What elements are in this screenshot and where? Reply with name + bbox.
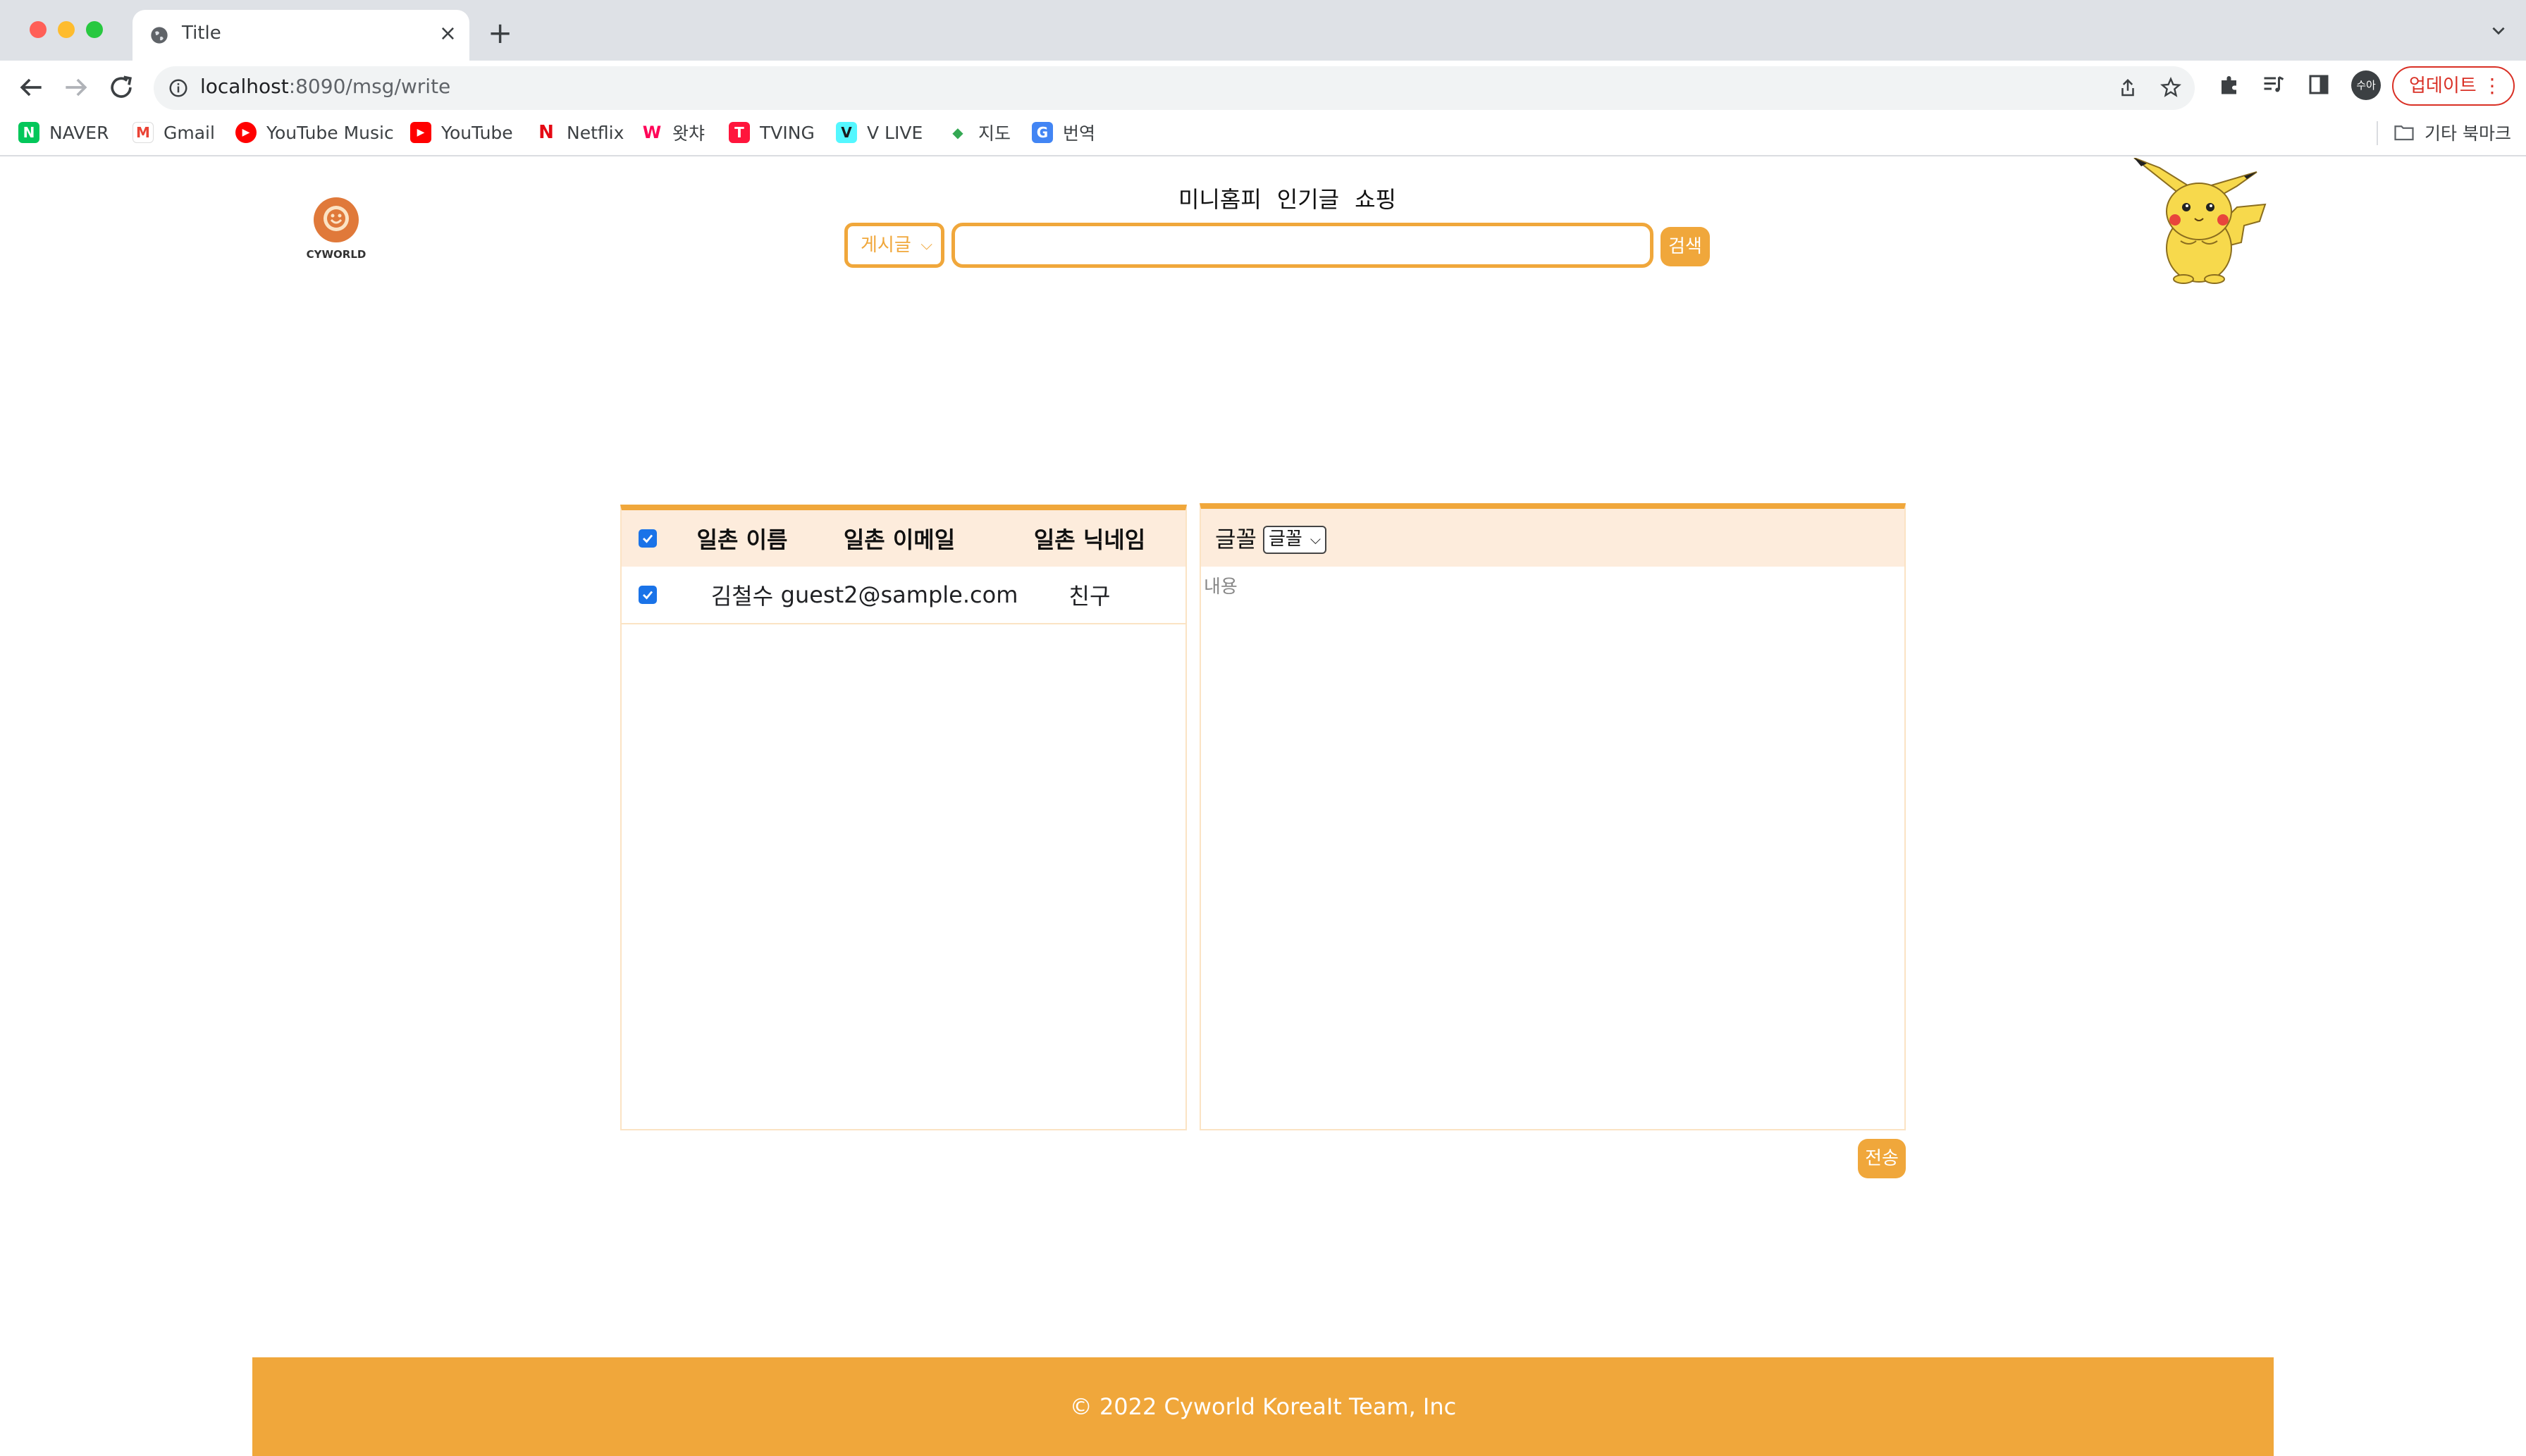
globe-icon xyxy=(151,27,168,44)
search-input[interactable] xyxy=(951,223,1653,268)
netflix-icon: N xyxy=(536,122,557,143)
nav-minihompy[interactable]: 미니홈피 xyxy=(1178,182,1262,214)
chevron-down-icon: ⌵ xyxy=(920,236,932,254)
top-nav: 미니홈피 인기글 쇼핑 xyxy=(1178,182,1396,214)
maps-icon: ◆ xyxy=(947,122,968,143)
bookmark-translate[interactable]: G 번역 xyxy=(1032,118,1095,147)
header-friend-nickname: 일촌 닉네임 xyxy=(1033,526,1146,553)
gmail-icon: M xyxy=(133,122,154,143)
window-minimize-button[interactable] xyxy=(58,21,75,38)
header-friend-email: 일촌 이메일 xyxy=(843,526,956,553)
bookmark-netflix[interactable]: N Netflix xyxy=(536,118,624,147)
search-button[interactable]: 검색 xyxy=(1661,227,1710,266)
youtube-icon: ▶ xyxy=(410,122,431,143)
bookmark-gmail[interactable]: M Gmail xyxy=(133,118,215,147)
back-arrow-icon[interactable] xyxy=(16,72,47,103)
bookmark-label: NAVER xyxy=(49,122,109,143)
update-button-label: 업데이트 xyxy=(2409,75,2477,97)
bookmark-label: Netflix xyxy=(567,122,624,143)
svg-text:CYWORLD: CYWORLD xyxy=(307,248,366,261)
message-editor: 글꼴 글꼴 ⌵ 내용 xyxy=(1200,503,1906,1130)
tab-close-icon[interactable]: × xyxy=(439,20,457,48)
side-panel-icon[interactable] xyxy=(2306,72,2331,97)
bookmark-label: 번역 xyxy=(1063,123,1096,144)
media-queue-icon[interactable] xyxy=(2261,72,2286,97)
nav-popular[interactable]: 인기글 xyxy=(1277,182,1339,214)
nav-shopping[interactable]: 쇼핑 xyxy=(1355,182,1396,214)
font-select-value: 글꼴 xyxy=(1269,529,1302,550)
friend-nickname-cell: 친구 xyxy=(1068,583,1111,610)
checkbox-checked-icon xyxy=(639,586,657,604)
bookmark-watcha[interactable]: W 왓챠 xyxy=(641,118,705,147)
bookmark-maps[interactable]: ◆ 지도 xyxy=(947,118,1011,147)
page-content: CYWORLD 미니홈피 인기글 쇼핑 게시글 ⌵ 검색 일촌 이름 일촌 이메… xyxy=(0,156,2526,1456)
bookmarks-separator xyxy=(2377,121,2378,145)
extensions-puzzle-icon[interactable] xyxy=(2217,72,2243,97)
more-menu-icon[interactable]: ⋮ xyxy=(2482,68,2502,104)
tving-icon: T xyxy=(729,122,750,143)
friend-table-header: 일촌 이름 일촌 이메일 일촌 닉네임 xyxy=(622,510,1185,567)
footer: © 2022 Cyworld KoreaIt Team, Inc xyxy=(252,1357,2274,1456)
youtube-music-icon: ▶ xyxy=(235,122,257,143)
window-close-button[interactable] xyxy=(30,21,47,38)
update-button[interactable]: 업데이트 ⋮ xyxy=(2392,66,2515,106)
address-bar[interactable]: localhost:8090/msg/write xyxy=(154,66,2195,110)
font-select[interactable]: 글꼴 ⌵ xyxy=(1263,526,1326,554)
search-category-value: 게시글 xyxy=(861,235,911,256)
select-all-checkbox[interactable] xyxy=(637,510,658,567)
url-path: :8090/msg/write xyxy=(288,75,451,98)
bookmark-label: V LIVE xyxy=(867,122,923,143)
footer-copyright: © 2022 Cyworld KoreaIt Team, Inc xyxy=(1069,1393,1457,1420)
bookmark-label: Gmail xyxy=(164,122,215,143)
url-host: localhost xyxy=(200,75,289,98)
new-tab-button[interactable]: + xyxy=(488,17,512,49)
profile-avatar[interactable]: 수아 xyxy=(2351,70,2381,100)
bookmark-tving[interactable]: T TVING xyxy=(729,118,815,147)
search-category-select[interactable]: 게시글 ⌵ xyxy=(844,223,944,268)
message-editor-toolbar: 글꼴 글꼴 ⌵ xyxy=(1201,509,1904,567)
bookmark-label: 지도 xyxy=(978,123,1011,144)
reload-icon[interactable] xyxy=(106,72,137,103)
bookmark-label: YouTube xyxy=(441,122,513,143)
bookmark-youtube[interactable]: ▶ YouTube xyxy=(410,118,513,147)
message-textarea[interactable]: 내용 xyxy=(1201,567,1904,1128)
browser-tab[interactable]: Title × xyxy=(133,10,469,61)
message-placeholder: 내용 xyxy=(1204,576,1238,598)
cyworld-logo[interactable]: CYWORLD xyxy=(303,196,369,262)
forward-arrow-icon[interactable] xyxy=(61,72,92,103)
browser-toolbar: localhost:8090/msg/write 수아 업데이트 ⋮ N NAV… xyxy=(0,61,2526,169)
bookmark-label: TVING xyxy=(760,122,815,143)
friend-email-cell: guest2@sample.com xyxy=(780,581,1018,608)
header-friend-name: 일촌 이름 xyxy=(696,526,788,553)
bookmark-star-icon[interactable] xyxy=(2160,76,2182,99)
vlive-icon: V xyxy=(836,122,857,143)
bookmark-label: 왓챠 xyxy=(672,123,706,144)
pikachu-mascot-image xyxy=(2133,158,2267,284)
window-maximize-button[interactable] xyxy=(86,21,103,38)
chevron-down-icon: ⌵ xyxy=(1310,531,1321,548)
chevron-down-icon[interactable] xyxy=(2489,21,2508,39)
bookmark-naver[interactable]: N NAVER xyxy=(18,118,109,147)
folder-icon xyxy=(2394,125,2414,141)
font-label: 글꼴 xyxy=(1215,526,1257,553)
share-icon[interactable] xyxy=(2117,78,2138,99)
bookmark-vlive[interactable]: V V LIVE xyxy=(836,118,923,147)
translate-icon: G xyxy=(1032,122,1053,143)
bookmark-label: YouTube Music xyxy=(266,122,394,143)
checkbox-checked-icon xyxy=(639,529,657,548)
watcha-icon: W xyxy=(641,122,663,143)
info-icon[interactable] xyxy=(168,78,189,99)
bookmark-youtube-music[interactable]: ▶ YouTube Music xyxy=(235,118,394,147)
friend-table: 일촌 이름 일촌 이메일 일촌 닉네임 김철수 guest2@sample.co… xyxy=(620,505,1187,1130)
other-bookmarks-folder[interactable]: 기타 북마크 xyxy=(2393,118,2511,147)
tab-title: Title xyxy=(182,23,221,44)
table-row[interactable]: 김철수 guest2@sample.com 친구 xyxy=(622,567,1185,624)
send-button[interactable]: 전송 xyxy=(1858,1139,1906,1178)
browser-tabstrip: Title × + xyxy=(0,0,2526,61)
url-text[interactable]: localhost:8090/msg/write xyxy=(200,75,450,98)
naver-icon: N xyxy=(18,122,39,143)
other-bookmarks-label: 기타 북마크 xyxy=(2425,123,2511,144)
row-select-checkbox[interactable] xyxy=(637,567,658,623)
